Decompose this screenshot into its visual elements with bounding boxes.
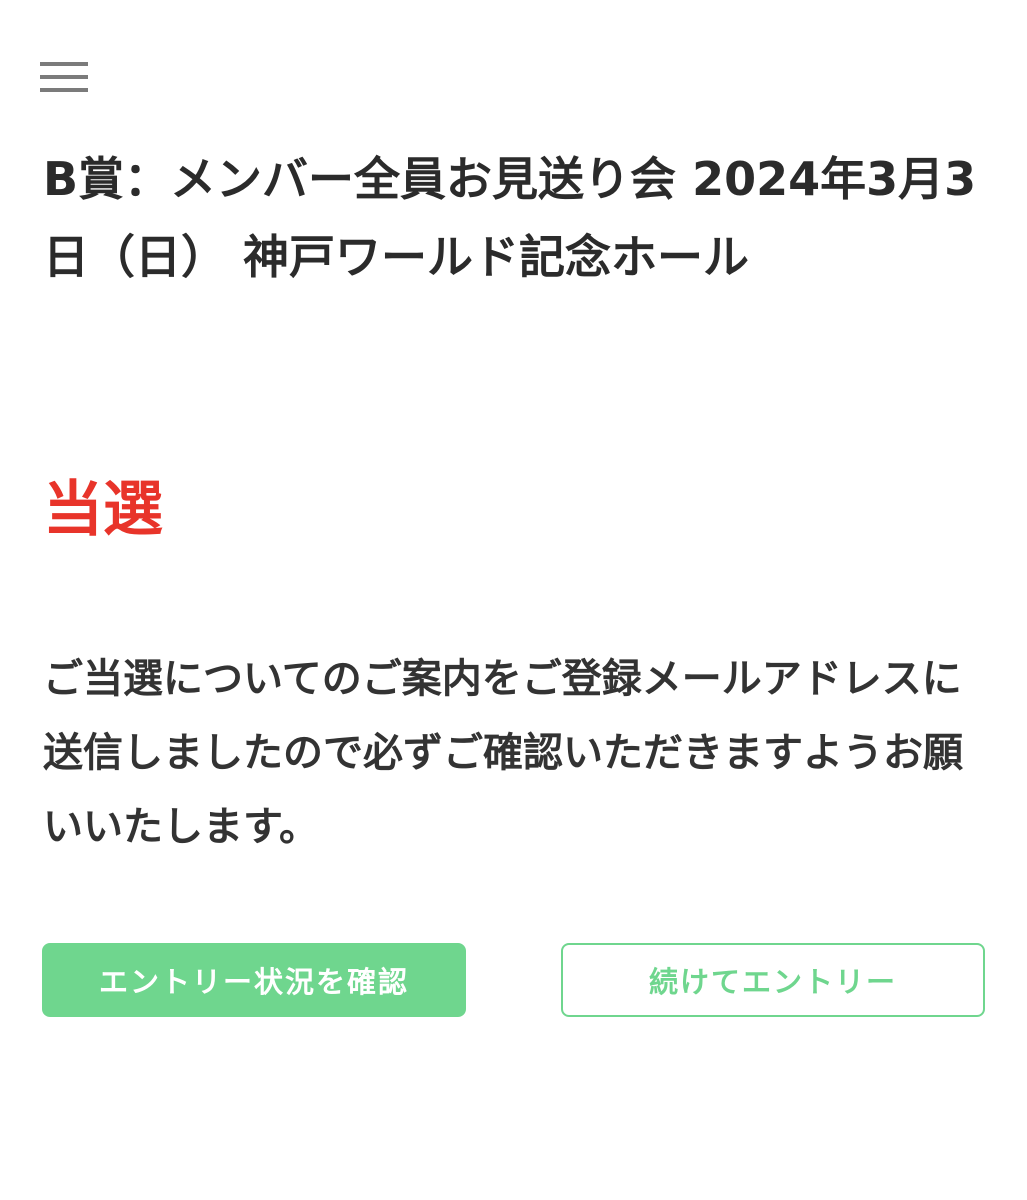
result-message: ご当選についてのご案内をご登録メールアドレスに送信しましたので必ずご確認いただき… (43, 656, 963, 850)
check-entry-status-button[interactable]: エントリー状況を確認 (42, 943, 466, 1017)
event-title: B賞：メンバー全員お見送り会 2024年3月3日（日） 神戸ワールド記念ホール (43, 152, 977, 284)
lottery-result-label: 当選 (43, 475, 163, 545)
menu-bar-top (40, 62, 88, 66)
menu-bar-bottom (40, 88, 88, 92)
hamburger-menu-icon[interactable] (40, 62, 88, 94)
menu-bar-middle (40, 75, 88, 79)
continue-entry-button[interactable]: 続けてエントリー (561, 943, 985, 1017)
